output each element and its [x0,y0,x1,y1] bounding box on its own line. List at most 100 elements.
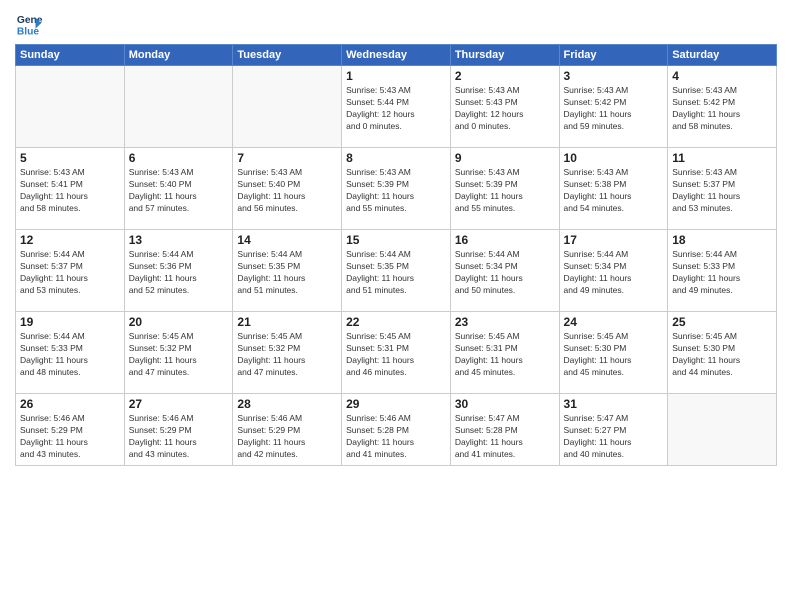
day-info: Sunrise: 5:46 AM Sunset: 5:29 PM Dayligh… [237,413,337,461]
day-info: Sunrise: 5:43 AM Sunset: 5:39 PM Dayligh… [346,167,446,215]
day-number: 28 [237,397,337,411]
day-info: Sunrise: 5:45 AM Sunset: 5:30 PM Dayligh… [672,331,772,379]
day-number: 31 [564,397,664,411]
day-number: 23 [455,315,555,329]
day-info: Sunrise: 5:43 AM Sunset: 5:42 PM Dayligh… [564,85,664,133]
calendar-cell: 9 Sunrise: 5:43 AM Sunset: 5:39 PM Daylig… [450,148,559,230]
day-info: Sunrise: 5:44 AM Sunset: 5:34 PM Dayligh… [455,249,555,297]
calendar-table: SundayMondayTuesdayWednesdayThursdayFrid… [15,44,777,466]
main-container: General Blue SundayMondayTuesdayWednesda… [0,0,792,474]
day-info: Sunrise: 5:44 AM Sunset: 5:34 PM Dayligh… [564,249,664,297]
day-info: Sunrise: 5:43 AM Sunset: 5:44 PM Dayligh… [346,85,446,133]
calendar-cell: 1 Sunrise: 5:43 AM Sunset: 5:44 PM Daylig… [342,66,451,148]
weekday-header-monday: Monday [124,45,233,66]
day-number: 21 [237,315,337,329]
calendar-cell: 7 Sunrise: 5:43 AM Sunset: 5:40 PM Daylig… [233,148,342,230]
calendar-cell: 29 Sunrise: 5:46 AM Sunset: 5:28 PM Dayli… [342,394,451,466]
day-number: 14 [237,233,337,247]
day-number: 6 [129,151,229,165]
day-info: Sunrise: 5:44 AM Sunset: 5:33 PM Dayligh… [672,249,772,297]
calendar-cell: 12 Sunrise: 5:44 AM Sunset: 5:37 PM Dayli… [16,230,125,312]
calendar-cell: 20 Sunrise: 5:45 AM Sunset: 5:32 PM Dayli… [124,312,233,394]
calendar-week-3: 12 Sunrise: 5:44 AM Sunset: 5:37 PM Dayli… [16,230,777,312]
day-info: Sunrise: 5:43 AM Sunset: 5:40 PM Dayligh… [129,167,229,215]
day-info: Sunrise: 5:43 AM Sunset: 5:39 PM Dayligh… [455,167,555,215]
calendar-cell: 11 Sunrise: 5:43 AM Sunset: 5:37 PM Dayli… [668,148,777,230]
calendar-week-4: 19 Sunrise: 5:44 AM Sunset: 5:33 PM Dayli… [16,312,777,394]
weekday-header-wednesday: Wednesday [342,45,451,66]
calendar-cell: 17 Sunrise: 5:44 AM Sunset: 5:34 PM Dayli… [559,230,668,312]
day-number: 22 [346,315,446,329]
calendar-cell: 16Sunrise: 5:44 AM Sunset: 5:34 PM Dayli… [450,230,559,312]
day-info: Sunrise: 5:43 AM Sunset: 5:38 PM Dayligh… [564,167,664,215]
calendar-cell [668,394,777,466]
calendar-cell: 15Sunrise: 5:44 AM Sunset: 5:35 PM Dayli… [342,230,451,312]
calendar-cell: 27 Sunrise: 5:46 AM Sunset: 5:29 PM Dayli… [124,394,233,466]
calendar-week-1: 1 Sunrise: 5:43 AM Sunset: 5:44 PM Daylig… [16,66,777,148]
day-info: Sunrise: 5:43 AM Sunset: 5:43 PM Dayligh… [455,85,555,133]
day-number: 18 [672,233,772,247]
day-number: 4 [672,69,772,83]
logo: General Blue [15,10,43,38]
day-info: Sunrise: 5:46 AM Sunset: 5:29 PM Dayligh… [20,413,120,461]
day-number: 1 [346,69,446,83]
calendar-cell: 21 Sunrise: 5:45 AM Sunset: 5:32 PM Dayli… [233,312,342,394]
day-info: Sunrise: 5:45 AM Sunset: 5:31 PM Dayligh… [455,331,555,379]
day-info: Sunrise: 5:43 AM Sunset: 5:37 PM Dayligh… [672,167,772,215]
day-number: 7 [237,151,337,165]
calendar-cell: 2 Sunrise: 5:43 AM Sunset: 5:43 PM Daylig… [450,66,559,148]
calendar-cell [233,66,342,148]
header: General Blue [15,10,777,38]
day-info: Sunrise: 5:45 AM Sunset: 5:30 PM Dayligh… [564,331,664,379]
day-info: Sunrise: 5:43 AM Sunset: 5:40 PM Dayligh… [237,167,337,215]
calendar-cell: 22 Sunrise: 5:45 AM Sunset: 5:31 PM Dayli… [342,312,451,394]
day-info: Sunrise: 5:46 AM Sunset: 5:29 PM Dayligh… [129,413,229,461]
calendar-cell: 23 Sunrise: 5:45 AM Sunset: 5:31 PM Dayli… [450,312,559,394]
calendar-cell: 4 Sunrise: 5:43 AM Sunset: 5:42 PM Daylig… [668,66,777,148]
day-info: Sunrise: 5:45 AM Sunset: 5:32 PM Dayligh… [129,331,229,379]
calendar-cell: 25Sunrise: 5:45 AM Sunset: 5:30 PM Dayli… [668,312,777,394]
calendar-cell: 24 Sunrise: 5:45 AM Sunset: 5:30 PM Dayli… [559,312,668,394]
day-number: 29 [346,397,446,411]
day-info: Sunrise: 5:44 AM Sunset: 5:35 PM Dayligh… [346,249,446,297]
calendar-cell: 28 Sunrise: 5:46 AM Sunset: 5:29 PM Dayli… [233,394,342,466]
day-number: 13 [129,233,229,247]
day-info: Sunrise: 5:45 AM Sunset: 5:31 PM Dayligh… [346,331,446,379]
logo-icon: General Blue [15,10,43,38]
day-number: 10 [564,151,664,165]
calendar-cell: 13Sunrise: 5:44 AM Sunset: 5:36 PM Dayli… [124,230,233,312]
day-info: Sunrise: 5:44 AM Sunset: 5:37 PM Dayligh… [20,249,120,297]
weekday-header-thursday: Thursday [450,45,559,66]
day-number: 24 [564,315,664,329]
day-info: Sunrise: 5:44 AM Sunset: 5:35 PM Dayligh… [237,249,337,297]
calendar-cell: 5Sunrise: 5:43 AM Sunset: 5:41 PM Daylig… [16,148,125,230]
calendar-cell: 14 Sunrise: 5:44 AM Sunset: 5:35 PM Dayli… [233,230,342,312]
calendar-cell: 3Sunrise: 5:43 AM Sunset: 5:42 PM Daylig… [559,66,668,148]
day-info: Sunrise: 5:47 AM Sunset: 5:28 PM Dayligh… [455,413,555,461]
calendar-cell: 31 Sunrise: 5:47 AM Sunset: 5:27 PM Dayli… [559,394,668,466]
weekday-header-row: SundayMondayTuesdayWednesdayThursdayFrid… [16,45,777,66]
day-info: Sunrise: 5:46 AM Sunset: 5:28 PM Dayligh… [346,413,446,461]
day-info: Sunrise: 5:47 AM Sunset: 5:27 PM Dayligh… [564,413,664,461]
day-number: 27 [129,397,229,411]
day-number: 12 [20,233,120,247]
day-number: 2 [455,69,555,83]
day-number: 9 [455,151,555,165]
calendar-week-5: 26Sunrise: 5:46 AM Sunset: 5:29 PM Dayli… [16,394,777,466]
day-info: Sunrise: 5:43 AM Sunset: 5:42 PM Dayligh… [672,85,772,133]
calendar-cell: 8 Sunrise: 5:43 AM Sunset: 5:39 PM Daylig… [342,148,451,230]
day-info: Sunrise: 5:44 AM Sunset: 5:33 PM Dayligh… [20,331,120,379]
day-info: Sunrise: 5:45 AM Sunset: 5:32 PM Dayligh… [237,331,337,379]
day-number: 30 [455,397,555,411]
weekday-header-friday: Friday [559,45,668,66]
day-number: 20 [129,315,229,329]
day-number: 19 [20,315,120,329]
calendar-cell: 6 Sunrise: 5:43 AM Sunset: 5:40 PM Daylig… [124,148,233,230]
day-number: 17 [564,233,664,247]
day-number: 8 [346,151,446,165]
weekday-header-tuesday: Tuesday [233,45,342,66]
day-number: 11 [672,151,772,165]
calendar-cell: 26Sunrise: 5:46 AM Sunset: 5:29 PM Dayli… [16,394,125,466]
calendar-cell: 30 Sunrise: 5:47 AM Sunset: 5:28 PM Dayli… [450,394,559,466]
weekday-header-saturday: Saturday [668,45,777,66]
